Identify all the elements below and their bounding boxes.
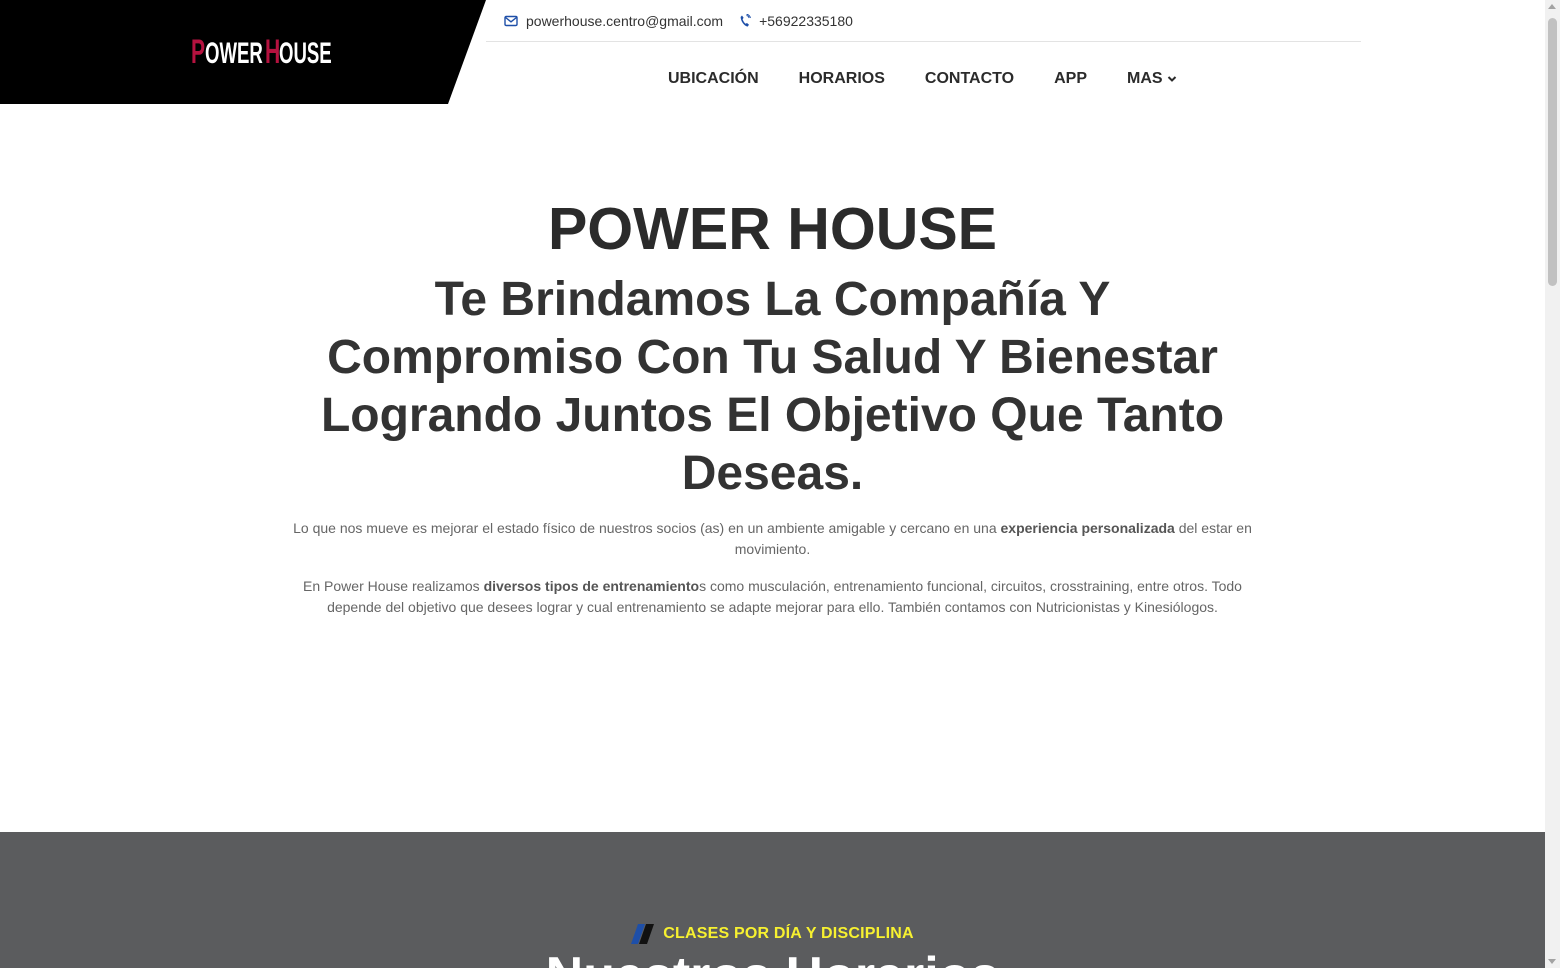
nav-item-contacto[interactable]: CONTACTO (925, 70, 1014, 88)
vertical-scrollbar[interactable] (1545, 0, 1560, 968)
section-title: Nuestros Horarios (0, 946, 1545, 968)
intro-paragraph: Lo que nos mueve es mejorar el estado fí… (293, 520, 1252, 557)
hero-subtitle: Te Brindamos La Compañía Y Compromiso Co… (320, 273, 1225, 500)
chevron-down-icon (1167, 76, 1176, 82)
contact-topbar: powerhouse.centro@gmail.com +56922335180 (486, 0, 1361, 42)
main-nav: UBICACIÓN HORARIOS CONTACTO APP MAS (668, 70, 1177, 88)
email-contact[interactable]: powerhouse.centro@gmail.com (504, 13, 723, 29)
phone-icon (740, 13, 751, 27)
email-text: powerhouse.centro@gmail.com (526, 12, 724, 29)
scroll-thumb[interactable] (1548, 18, 1557, 286)
nav-item-horarios[interactable]: HORARIOS (799, 70, 885, 88)
nav-item-ubicacion[interactable]: UBICACIÓN (668, 70, 759, 88)
scroll-down-icon[interactable] (1548, 959, 1556, 964)
slash-mark-icon (631, 924, 655, 944)
scroll-up-icon[interactable] (1548, 4, 1556, 9)
logo-initial-h: H (265, 33, 281, 71)
training-paragraph: En Power House realizamos diversos tipos… (303, 578, 1242, 615)
phone-contact[interactable]: +56922335180 (739, 13, 853, 29)
schedule-section: CLASES POR DÍA Y DISCIPLINA Nuestros Hor… (0, 832, 1545, 968)
tagline-text: CLASES POR DÍA Y DISCIPLINA (663, 925, 914, 942)
logo-word-ouse: OUSE (279, 37, 332, 70)
nav-item-app[interactable]: APP (1054, 70, 1087, 88)
section-tagline: CLASES POR DÍA Y DISCIPLINA (0, 924, 1545, 944)
nav-item-mas[interactable]: MAS (1127, 70, 1177, 88)
logo-initial-p: P (191, 33, 206, 71)
logo[interactable]: P OWER H OUSE (191, 33, 332, 71)
phone-text: +56922335180 (759, 12, 853, 29)
page-title: POWER HOUSE (547, 196, 998, 262)
nav-item-mas-label: MAS (1127, 70, 1163, 87)
logo-word-ower: OWER (205, 37, 263, 70)
envelope-icon (504, 15, 518, 26)
